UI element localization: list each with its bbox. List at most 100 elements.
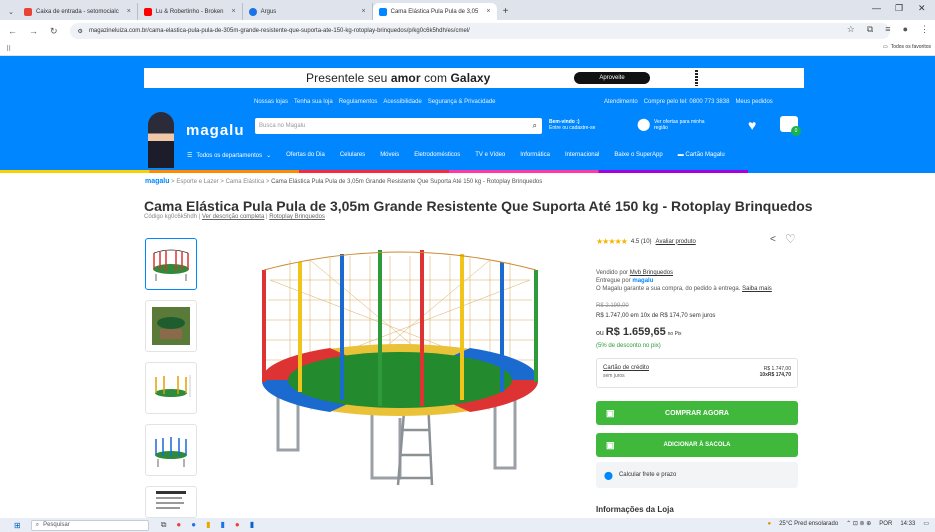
trampoline-thumb-image <box>153 249 189 281</box>
product-thumbnail[interactable] <box>145 486 197 518</box>
description-link[interactable]: Ver descrição completa <box>202 214 264 220</box>
login-link[interactable]: Bem-vindo :) Entre ou cadastre-se <box>549 119 595 131</box>
browser-tab[interactable]: Argus × <box>243 3 373 20</box>
close-tab-icon[interactable]: × <box>127 8 131 15</box>
region-offers-link[interactable]: Ver ofertas para minha região <box>654 119 705 131</box>
reading-list-icon[interactable]: ≡ <box>885 24 890 35</box>
folder-icon: ▭ <box>882 44 888 50</box>
tray-icons[interactable]: ⌃ ⊡ ⊚ ⊕ <box>846 520 871 527</box>
nav-item[interactable]: Ofertas do Dia <box>286 152 325 159</box>
wishlist-heart-icon[interactable]: ♥ <box>748 117 756 133</box>
favorite-heart-icon[interactable]: ♡ <box>785 232 796 246</box>
installment-price: R$ 1.747,00 em 10x de R$ 174,70 sem juro… <box>596 313 716 319</box>
chrome-profile-icon[interactable]: ● <box>235 520 240 530</box>
search-icon: ⌕ <box>35 521 40 528</box>
menu-icon[interactable]: ⋮ <box>920 24 929 35</box>
nav-item[interactable]: Internacional <box>565 152 599 159</box>
edge-icon[interactable]: ● <box>191 520 196 530</box>
top-link[interactable]: Atendimento <box>604 99 638 105</box>
credit-card-option[interactable]: Cartão de crédito sem juros R$ 1.747,00 1… <box>596 358 798 388</box>
top-link[interactable]: Regulamentos <box>339 99 378 105</box>
add-to-cart-button[interactable]: ▣ ADICIONAR À SACOLA <box>596 433 798 457</box>
brand-link[interactable]: Rotoplay Brinquedos <box>269 214 325 220</box>
product-thumbnail[interactable] <box>145 362 197 414</box>
top-link[interactable]: Segurança & Privacidade <box>428 99 496 105</box>
browser-tab-active[interactable]: Cama Elástica Pula Pula de 3,05 × <box>372 3 497 20</box>
top-link[interactable]: Tenha sua loja <box>294 99 333 105</box>
search-icon[interactable]: ⌕ <box>533 121 537 131</box>
files-icon[interactable]: ▮ <box>206 520 210 530</box>
share-icon[interactable]: < <box>770 234 776 245</box>
notifications-icon[interactable]: ▭ <box>923 520 929 527</box>
product-thumbnail[interactable] <box>145 424 197 476</box>
close-window-icon[interactable]: ✕ <box>918 3 926 14</box>
site-info-icon[interactable]: ⚙ <box>78 28 83 35</box>
breadcrumb: magalu > Esporte e Lazer > Cama Elástica… <box>145 178 543 185</box>
top-link[interactable]: Compre pelo tel: 0800 773 3838 <box>644 99 730 105</box>
search-input[interactable]: Busca no Magalu ⌕ <box>255 118 542 134</box>
chevron-down-icon: ⌄ <box>266 153 272 159</box>
product-title: Cama Elástica Pula Pula de 3,05m Grande … <box>144 198 813 214</box>
tab-search-icon[interactable]: ⌄ <box>4 4 18 20</box>
bookmark-star-icon[interactable]: ☆ <box>847 24 855 35</box>
top-links: Nossas lojas Tenha sua loja Regulamentos… <box>254 99 496 105</box>
magalu-delivery-logo: magalu <box>632 278 654 284</box>
location-pin-icon[interactable]: ⬤ <box>637 117 650 131</box>
browser-tab[interactable]: Caixa de entrada - setomocialc × <box>18 3 138 20</box>
minimize-icon[interactable]: — <box>872 3 881 13</box>
forward-icon[interactable]: → <box>29 26 38 36</box>
top-link[interactable]: Meus pedidos <box>735 99 772 105</box>
rate-product-link[interactable]: Avaliar produto <box>656 239 696 245</box>
nav-item[interactable]: Informática <box>520 152 550 159</box>
url-input[interactable]: ⚙ magazineluiza.com.br/cama-elastica-pul… <box>69 23 890 39</box>
rating-stars-icon: ★★★★★ <box>596 237 628 246</box>
buy-now-button[interactable]: ▣ COMPRAR AGORA <box>596 401 798 425</box>
close-tab-icon[interactable]: × <box>232 8 236 15</box>
outlook-icon[interactable]: ▮ <box>250 520 254 530</box>
specs-thumb-image <box>156 491 186 509</box>
shipping-calculator[interactable]: ⬤ Calcular frete e prazo <box>596 462 798 488</box>
maximize-icon[interactable]: ❐ <box>895 3 903 14</box>
top-link[interactable]: Nossas lojas <box>254 99 288 105</box>
trampoline-side-thumb-image <box>155 437 187 467</box>
more-info-link[interactable]: Saiba mais <box>742 286 772 292</box>
nav-item[interactable]: Celulares <box>340 152 365 159</box>
nav-item[interactable]: TV e Vídeo <box>475 152 505 159</box>
promo-box: Presentele seu amor com Galaxy Aproveite <box>144 68 804 88</box>
all-departments-menu[interactable]: ☰ Todos os departamentos ⌄ <box>187 152 272 160</box>
reload-icon[interactable]: ↻ <box>50 26 58 37</box>
chrome-icon[interactable]: ● <box>176 520 181 530</box>
taskbar-search-input[interactable]: ⌕ Pesquisar <box>30 519 149 531</box>
taskview-icon[interactable]: ⧉ <box>161 520 167 530</box>
windows-start-icon[interactable]: ⊞ <box>14 521 21 530</box>
extensions-icon[interactable]: ⧉ <box>867 24 873 35</box>
trampoline-photo-thumb-image <box>152 307 190 345</box>
apps-icon[interactable]: ⠿ <box>6 45 11 53</box>
location-pin-icon: ⬤ <box>604 470 613 480</box>
nav-item[interactable]: Eletrodomésticos <box>414 152 460 159</box>
store-icon[interactable]: ▮ <box>221 520 225 530</box>
gmail-icon <box>24 7 32 16</box>
browser-tab[interactable]: Lu & Robertinho - Broken × <box>138 3 243 20</box>
browser-tab-strip: ⌄ Caixa de entrada - setomocialc × Lu & … <box>0 0 935 20</box>
back-icon[interactable]: ← <box>8 26 17 36</box>
weather-icon[interactable]: ● <box>767 521 771 527</box>
seller-link[interactable]: Mvb Brinquedos <box>630 270 673 276</box>
all-bookmarks[interactable]: ▭ Todos os favoritos <box>883 44 931 50</box>
nav-item-card[interactable]: ▬ Cartão Magalu <box>678 152 725 159</box>
new-tab-icon[interactable]: + <box>503 3 509 20</box>
close-tab-icon[interactable]: × <box>486 8 490 15</box>
profile-icon[interactable]: ● <box>903 24 908 35</box>
product-thumbnail[interactable] <box>145 300 197 352</box>
product-thumbnail[interactable] <box>145 238 197 290</box>
magalu-logo[interactable]: magalu <box>186 122 245 139</box>
nav-item[interactable]: Móveis <box>380 152 399 159</box>
top-link[interactable]: Acessibilidade <box>383 99 421 105</box>
close-tab-icon[interactable]: × <box>362 8 366 15</box>
pix-price: ou R$ 1.659,65 no Pix <box>596 326 682 338</box>
promo-button[interactable]: Aproveite <box>574 72 650 84</box>
pix-discount: (5% de desconto no pix) <box>596 343 661 349</box>
trampoline-main-image[interactable] <box>250 240 550 490</box>
promo-banner[interactable]: Presentele seu amor com Galaxy Aproveite <box>0 56 935 88</box>
nav-item[interactable]: Baixe o SuperApp <box>614 152 662 159</box>
